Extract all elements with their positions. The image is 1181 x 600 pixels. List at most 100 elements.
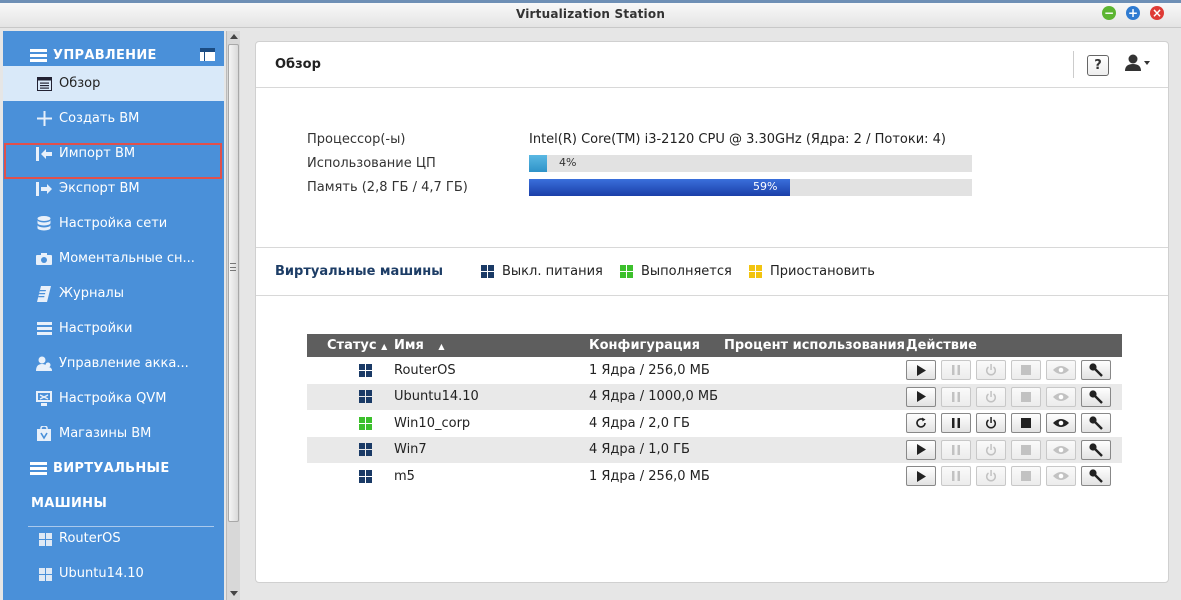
view-eye-icon[interactable]	[1046, 439, 1076, 460]
main-header: Обзор ?	[256, 42, 1168, 88]
sort-asc-icon[interactable]: ▲	[438, 342, 444, 351]
pause-button-icon[interactable]	[941, 386, 971, 407]
scroll-up-icon[interactable]	[230, 34, 238, 39]
view-eye-icon[interactable]	[1046, 413, 1076, 434]
stop-button-icon[interactable]	[1011, 439, 1041, 460]
name-cell[interactable]: Win10_corp	[394, 410, 589, 437]
view-eye-icon[interactable]	[1046, 386, 1076, 407]
vm-icon	[37, 532, 53, 547]
sidebar-vm-routeros[interactable]: RouterOS	[3, 521, 224, 556]
play-button-icon[interactable]	[906, 466, 936, 487]
status-cell	[307, 436, 394, 463]
column-name[interactable]: Имя ▲	[394, 334, 589, 357]
layout-toggle-icon[interactable]	[200, 48, 215, 61]
name-cell[interactable]: RouterOS	[394, 357, 589, 384]
view-eye-icon[interactable]	[1046, 466, 1076, 487]
memory-usage-fill	[529, 179, 791, 196]
sidebar-item-import-vm[interactable]: Импорт ВМ	[3, 136, 224, 171]
cpu-value: Intel(R) Core(TM) i3-2120 CPU @ 3.30GHz …	[529, 132, 946, 147]
export-icon	[36, 181, 52, 196]
legend-label: Приостановить	[770, 264, 875, 279]
scroll-down-icon[interactable]	[230, 591, 238, 596]
help-button[interactable]: ?	[1087, 55, 1109, 76]
pause-button-icon[interactable]	[941, 439, 971, 460]
user-menu-button[interactable]	[1125, 54, 1153, 74]
power-button-icon[interactable]	[976, 413, 1006, 434]
sidebar-item-logs[interactable]: Журналы	[3, 276, 224, 311]
sidebar-item-network[interactable]: Настройка сети	[3, 206, 224, 241]
pause-button-icon[interactable]	[941, 360, 971, 381]
sidebar-item-snapshots[interactable]: Моментальные сн...	[3, 241, 224, 276]
settings-key-icon[interactable]	[1081, 413, 1111, 434]
vm-table: Статус ▲ Имя ▲ Конфигурация Процент испо…	[307, 334, 1122, 490]
sidebar-item-export-vm[interactable]: Экспорт ВМ	[3, 171, 224, 206]
config-cell: 4 Ядра / 1,0 ГБ	[589, 436, 724, 463]
vm-status-icon	[359, 416, 372, 430]
restart-button-icon[interactable]	[906, 413, 936, 434]
play-button-icon[interactable]	[906, 360, 936, 381]
status-cell	[307, 410, 394, 437]
table-row[interactable]: Ubuntu14.10 4 Ядра / 1000,0 МБ	[307, 383, 1122, 410]
column-status[interactable]: Статус ▲	[307, 334, 394, 357]
settings-key-icon[interactable]	[1081, 360, 1111, 381]
power-button-icon[interactable]	[976, 439, 1006, 460]
play-button-icon[interactable]	[906, 439, 936, 460]
status-cell	[307, 383, 394, 410]
play-button-icon[interactable]	[906, 386, 936, 407]
action-cell	[906, 410, 1122, 437]
sidebar-item-label: Настройка QVM	[59, 391, 167, 406]
sidebar-section-management[interactable]: УПРАВЛЕНИЕ	[3, 31, 224, 66]
settings-key-icon[interactable]	[1081, 439, 1111, 460]
table-row[interactable]: Win7 4 Ядра / 1,0 ГБ	[307, 436, 1122, 463]
table-row[interactable]: Win10_corp 4 Ядра / 2,0 ГБ	[307, 410, 1122, 437]
stop-button-icon[interactable]	[1011, 413, 1041, 434]
vm-status-icon	[359, 469, 372, 483]
sidebar-item-label: Создать ВМ	[59, 111, 140, 126]
stop-button-icon[interactable]	[1011, 466, 1041, 487]
sidebar-section-virtual-machines[interactable]: ВИРТУАЛЬНЫЕ	[3, 451, 224, 486]
sidebar-vm-ubuntu[interactable]: Ubuntu14.10	[3, 556, 224, 591]
table-row[interactable]: RouterOS 1 Ядра / 256,0 МБ	[307, 357, 1122, 384]
vm-icon	[37, 567, 53, 582]
settings-key-icon[interactable]	[1081, 386, 1111, 407]
sidebar-item-settings[interactable]: Настройки	[3, 311, 224, 346]
name-cell[interactable]: Win7	[394, 436, 589, 463]
legend-label: Выкл. питания	[502, 264, 603, 279]
legend-off: Выкл. питания	[481, 264, 603, 279]
name-cell[interactable]: Ubuntu14.10	[394, 383, 589, 410]
close-icon[interactable]: ×	[1150, 6, 1164, 20]
legend-paused: Приостановить	[749, 264, 875, 279]
action-cell	[906, 383, 1122, 410]
sidebar-item-label: Моментальные сн...	[59, 251, 195, 266]
sort-asc-icon[interactable]: ▲	[381, 342, 387, 351]
name-cell[interactable]: m5	[394, 463, 589, 490]
power-button-icon[interactable]	[976, 466, 1006, 487]
status-cell	[307, 463, 394, 490]
view-eye-icon[interactable]	[1046, 360, 1076, 381]
scroll-thumb[interactable]	[228, 44, 239, 522]
pause-button-icon[interactable]	[941, 413, 971, 434]
stop-button-icon[interactable]	[1011, 386, 1041, 407]
sidebar-item-qvm[interactable]: Настройка QVM	[3, 381, 224, 416]
pause-button-icon[interactable]	[941, 466, 971, 487]
power-button-icon[interactable]	[976, 386, 1006, 407]
minimize-icon[interactable]: −	[1102, 6, 1116, 20]
memory-label: Память (2,8 ГБ / 4,7 ГБ)	[307, 180, 468, 195]
action-cell	[906, 463, 1122, 490]
sidebar-item-create-vm[interactable]: Создать ВМ	[3, 101, 224, 136]
monitor-icon	[36, 391, 52, 406]
column-usage[interactable]: Процент использования	[724, 334, 906, 357]
column-config[interactable]: Конфигурация	[589, 334, 724, 357]
maximize-icon[interactable]: +	[1126, 6, 1140, 20]
vm-status-icon	[359, 390, 372, 404]
sidebar-item-accounts[interactable]: Управление акка...	[3, 346, 224, 381]
sidebar-item-vm-stores[interactable]: Магазины ВМ	[3, 416, 224, 451]
sidebar-item-overview[interactable]: Обзор	[3, 66, 224, 101]
column-action: Действие	[906, 334, 1122, 357]
sidebar-scrollbar[interactable]	[226, 31, 240, 600]
settings-key-icon[interactable]	[1081, 466, 1111, 487]
power-button-icon[interactable]	[976, 360, 1006, 381]
table-row[interactable]: m5 1 Ядра / 256,0 МБ	[307, 463, 1122, 490]
divider	[256, 247, 1168, 248]
stop-button-icon[interactable]	[1011, 360, 1041, 381]
